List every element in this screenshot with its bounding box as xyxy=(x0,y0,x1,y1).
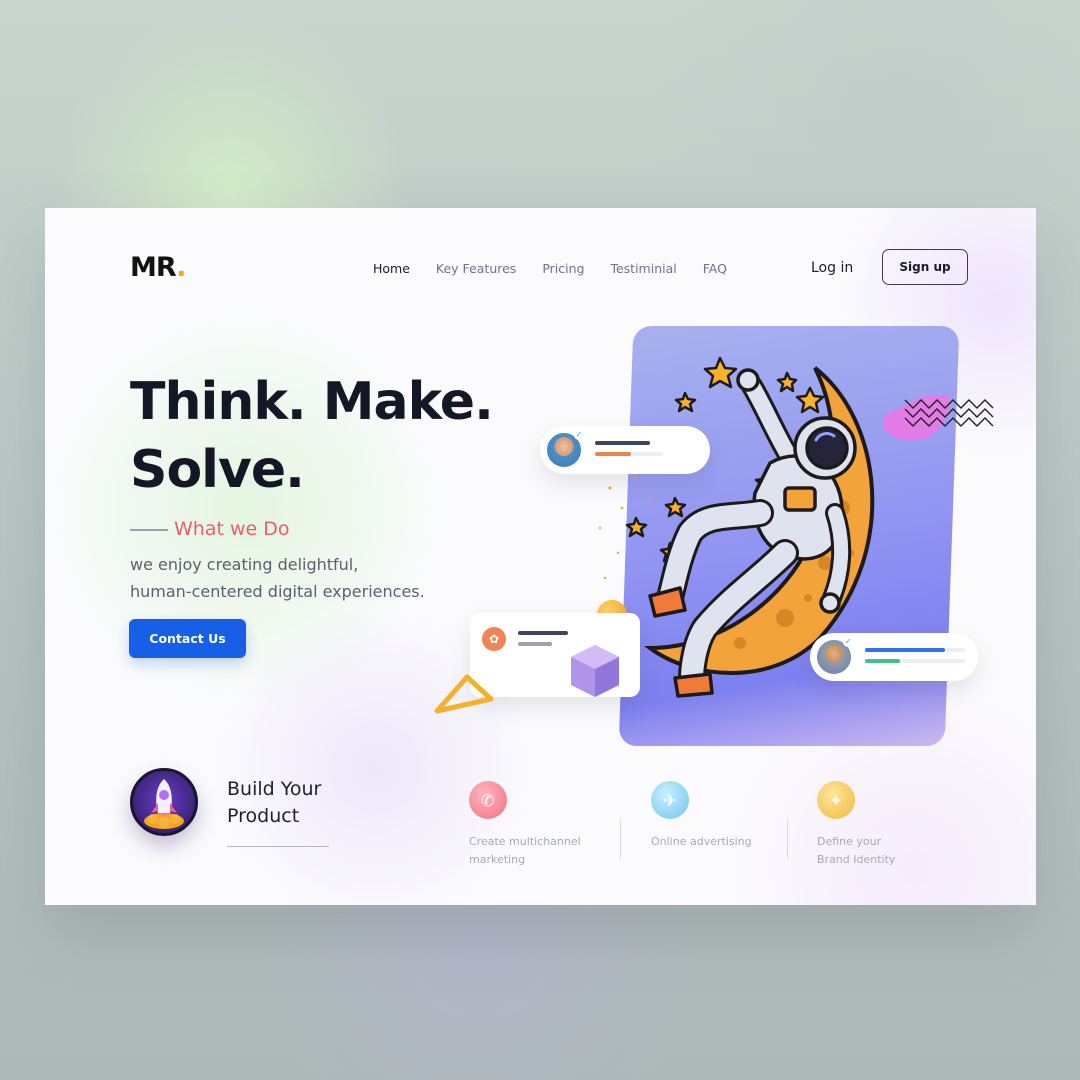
build-product-heading: Build Your Product xyxy=(227,776,321,830)
feature-advertising-text: Online advertising xyxy=(651,833,791,851)
profile-2-bar-fill-2 xyxy=(865,659,900,663)
yellow-triangle-decor xyxy=(434,674,494,714)
contact-us-button[interactable]: Contact Us xyxy=(129,619,246,658)
brand-icon: ✦ xyxy=(817,781,855,819)
profile-2-bar-fill-1 xyxy=(865,648,945,652)
hero-description: we enjoy creating delightful, human-cent… xyxy=(130,551,425,605)
build-underline xyxy=(227,846,329,847)
build-line-2: Product xyxy=(227,805,300,827)
purple-cube-decor xyxy=(571,645,619,697)
logo[interactable]: MR. xyxy=(130,252,186,283)
profile-card-2: ✓ xyxy=(810,633,978,681)
nav-item-key-features[interactable]: Key Features xyxy=(436,261,516,276)
rocket-icon xyxy=(144,779,184,829)
feature-multichannel-line-1: Create multichannel xyxy=(469,835,581,848)
stats-card-bar-2 xyxy=(518,642,552,646)
feature-brand-line-2: Brand Identity xyxy=(817,853,896,866)
description-line-1: we enjoy creating delightful, xyxy=(130,555,359,574)
ads-icon: ✈ xyxy=(651,781,689,819)
headline-line-2: Solve. xyxy=(130,440,305,500)
landing-page-card: MR. Home Key Features Pricing Testiminia… xyxy=(45,208,1036,905)
description-line-2: human-centered digital experiences. xyxy=(130,582,425,601)
feature-brand-line-1: Define your xyxy=(817,835,882,848)
profile-1-bar-name xyxy=(595,441,650,445)
decor-zigzag-shape xyxy=(883,396,994,441)
rocket-badge xyxy=(130,768,198,836)
nav-item-testimonial[interactable]: Testiminial xyxy=(610,261,676,276)
megaphone-icon: ✆ xyxy=(469,781,507,819)
feature-divider xyxy=(620,819,621,859)
logo-dot: . xyxy=(176,252,186,283)
subtitle-dash xyxy=(130,529,168,531)
feature-multichannel-text: Create multichannel marketing xyxy=(469,833,619,869)
feature-brand-text: Define your Brand Identity xyxy=(817,833,957,869)
logo-text: MR xyxy=(130,252,177,283)
login-link[interactable]: Log in xyxy=(811,260,853,276)
signup-button[interactable]: Sign up xyxy=(882,249,968,285)
feature-multichannel[interactable]: ✆ Create multichannel marketing xyxy=(469,781,619,869)
feature-advertising-line-1: Online advertising xyxy=(651,835,752,848)
build-line-1: Build Your xyxy=(227,778,322,800)
nav-item-faq[interactable]: FAQ xyxy=(703,261,727,276)
profile-card-1: ✓ xyxy=(540,426,710,474)
verified-check-icon: ✓ xyxy=(574,430,584,440)
feature-online-advertising[interactable]: ✈ Online advertising xyxy=(651,781,791,851)
feature-brand-identity[interactable]: ✦ Define your Brand Identity xyxy=(817,781,957,869)
feature-multichannel-line-2: marketing xyxy=(469,853,526,866)
team-icon: ✿ xyxy=(482,627,506,651)
headline-line-1: Think. Make. xyxy=(130,372,494,432)
hero-subtitle: What we Do xyxy=(174,518,290,540)
stats-card-bar-1 xyxy=(518,631,568,635)
nav-item-pricing[interactable]: Pricing xyxy=(542,261,584,276)
hero-headline: Think. Make. Solve. xyxy=(130,368,494,504)
main-nav: Home Key Features Pricing Testiminial FA… xyxy=(373,261,753,276)
feature-divider xyxy=(787,819,788,859)
nav-item-home[interactable]: Home xyxy=(373,261,410,276)
profile-1-bar-fill xyxy=(595,452,631,456)
verified-check-icon: ✓ xyxy=(843,637,853,647)
